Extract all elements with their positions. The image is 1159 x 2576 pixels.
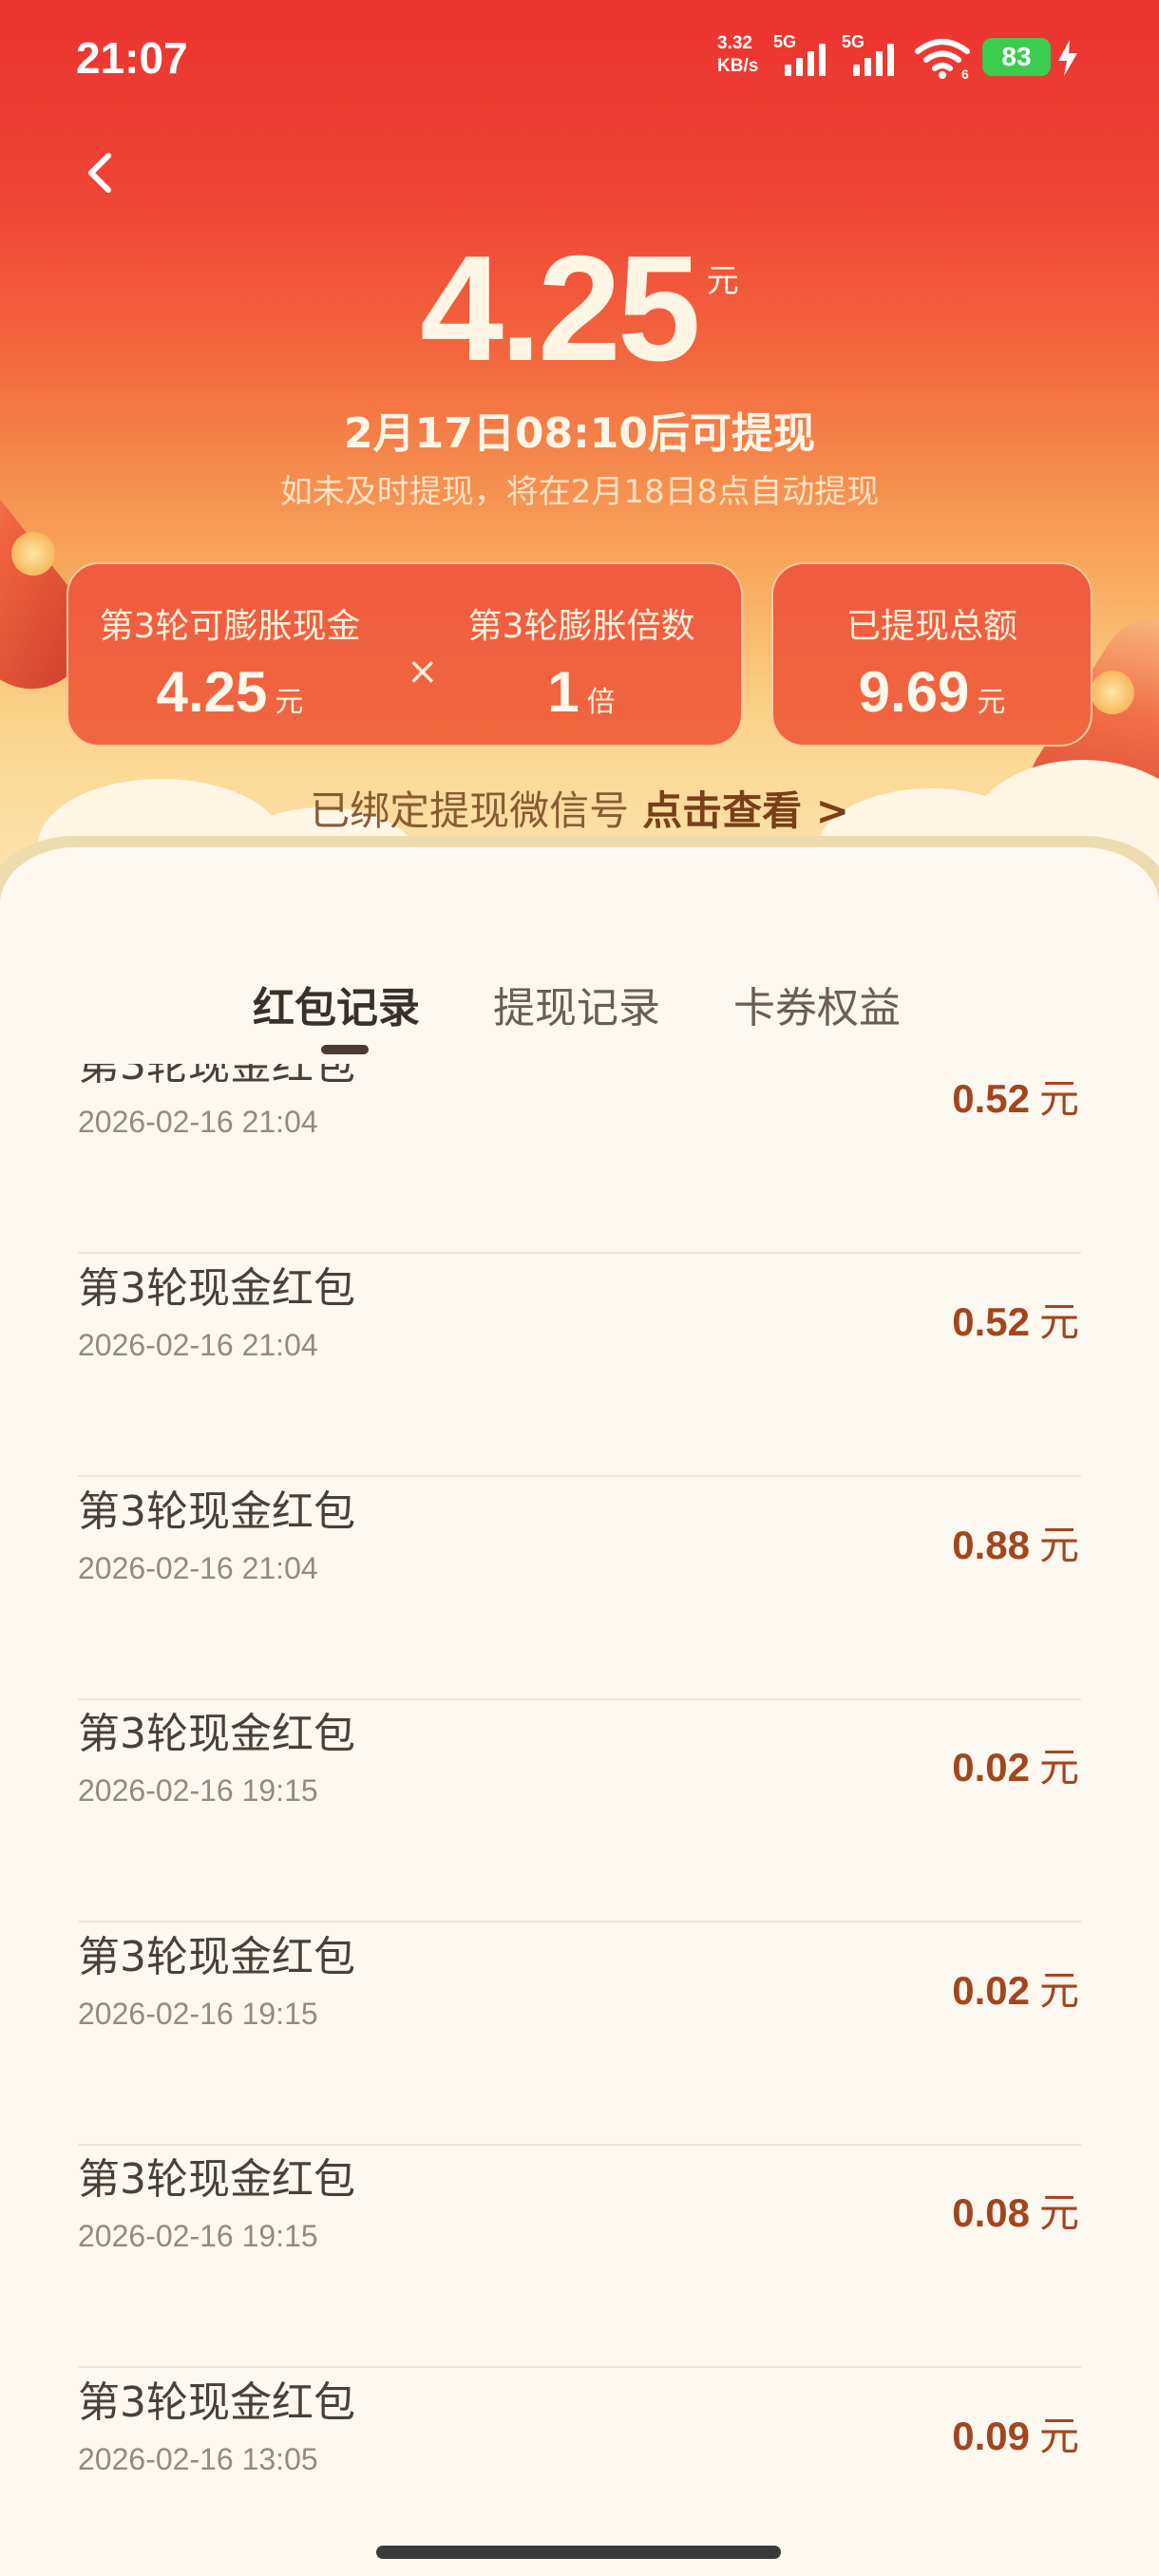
record-amount-unit: 元 <box>1038 1744 1079 1790</box>
list-item[interactable]: 第3轮现金红包 2026-02-16 21:04 0.52 元 <box>78 1064 1081 1254</box>
tab-coupon-benefits[interactable]: 卡券权益 <box>733 974 901 1034</box>
cell-signal-2: 5G <box>842 32 908 80</box>
cell-signal-1: 5G <box>773 32 840 80</box>
network-speed-unit: KB/s <box>717 56 759 76</box>
balance-value: 4.25 <box>420 225 701 392</box>
record-title: 第3轮现金红包 <box>78 1487 355 1536</box>
list-item[interactable]: 第3轮现金红包 2026-02-16 21:04 0.52 元 <box>78 1254 1081 1477</box>
withdrawn-total-card: 已提现总额 9.69 元 <box>771 562 1092 747</box>
record-amount-value: 0.02 <box>952 1745 1030 1790</box>
coin-decoration-left <box>11 532 55 576</box>
signal-bars-icon <box>853 44 894 76</box>
withdrawn-total-stat: 已提现总额 9.69 元 <box>773 598 1091 725</box>
back-icon[interactable] <box>76 142 129 203</box>
record-amount: 0.02 元 <box>952 1735 1079 1793</box>
record-title: 第3轮现金红包 <box>78 1064 355 1089</box>
balance-unit: 元 <box>706 262 739 300</box>
record-date: 2026-02-16 19:15 <box>78 1773 318 1808</box>
record-title: 第3轮现金红包 <box>78 2155 355 2204</box>
network-speed: 3.32 KB/s <box>717 32 774 78</box>
inflation-card: 第3轮可膨胀现金 4.25 元 × 第3轮膨胀倍数 1倍 <box>66 562 743 747</box>
record-amount-unit: 元 <box>1038 1075 1079 1122</box>
record-amount: 0.52 元 <box>952 1067 1079 1125</box>
record-amount-unit: 元 <box>1038 1967 1079 2014</box>
multiplier-value: 1 <box>547 660 580 724</box>
record-amount-value: 0.09 <box>952 2414 1030 2458</box>
balance-amount: 4.25 元 <box>0 225 1159 392</box>
signal-bars-icon <box>785 44 826 76</box>
record-amount-value: 0.88 <box>952 1523 1030 1567</box>
inflatable-cash-unit: 元 <box>275 686 304 719</box>
tab-bar: 红包记录 提现记录 卡券权益 <box>0 974 1159 1059</box>
record-date: 2026-02-16 13:05 <box>78 2442 318 2476</box>
red-packet-record-list[interactable]: 第3轮现金红包 2026-02-16 21:04 0.52 元 第3轮现金红包 2… <box>0 1064 1159 2576</box>
record-amount-value: 0.52 <box>952 1299 1030 1344</box>
home-indicator[interactable] <box>376 2546 781 2559</box>
network-speed-value: 3.32 <box>717 33 752 53</box>
wechat-bind-text: 已绑定提现微信号 <box>310 787 630 834</box>
record-title: 第3轮现金红包 <box>78 1264 355 1313</box>
record-date: 2026-02-16 19:15 <box>78 2219 318 2253</box>
record-title: 第3轮现金红包 <box>78 1933 355 1981</box>
multiplier-unit: 倍 <box>586 686 616 719</box>
battery-indicator: 83 <box>982 38 1051 76</box>
withdrawn-total-unit: 元 <box>977 686 1006 719</box>
inflatable-cash-stat: 第3轮可膨胀现金 4.25 元 <box>68 598 391 725</box>
coin-decoration-right <box>1091 671 1134 714</box>
active-tab-indicator <box>321 1045 369 1054</box>
record-amount-unit: 元 <box>1038 2413 1079 2459</box>
record-title: 第3轮现金红包 <box>78 1710 355 1758</box>
wifi-badge: 6 <box>961 66 969 80</box>
record-date: 2026-02-16 21:04 <box>78 1551 318 1585</box>
status-time: 21:07 <box>76 33 188 83</box>
record-title: 第3轮现金红包 <box>78 2378 355 2427</box>
record-amount-unit: 元 <box>1038 1522 1079 1568</box>
tab-red-packet-records[interactable]: 红包记录 <box>253 974 420 1034</box>
multiplier-label: 第3轮膨胀倍数 <box>467 607 695 646</box>
status-bar: 21:07 3.32 KB/s 5G 5G 6 83 <box>0 0 1159 114</box>
withdrawn-total-label: 已提现总额 <box>846 607 1017 646</box>
list-item[interactable]: 第3轮现金红包 2026-02-16 21:04 0.88 元 <box>78 1477 1081 1700</box>
record-amount-value: 0.08 <box>952 2190 1030 2235</box>
charging-icon <box>1058 40 1077 76</box>
record-amount-value: 0.02 <box>952 1968 1030 2013</box>
record-amount: 0.09 元 <box>952 2404 1079 2462</box>
inflatable-cash-label: 第3轮可膨胀现金 <box>99 607 361 646</box>
record-amount-unit: 元 <box>1038 1298 1079 1345</box>
tab-withdraw-records[interactable]: 提现记录 <box>493 974 660 1034</box>
record-amount-unit: 元 <box>1038 2189 1079 2236</box>
wifi-icon: 6 <box>915 39 970 80</box>
withdraw-available-time: 2月17日08:10后可提现 <box>344 409 815 458</box>
wechat-bind-row: 已绑定提现微信号 点击查看 > <box>0 779 1159 837</box>
record-date: 2026-02-16 19:15 <box>78 1997 318 2031</box>
record-date: 2026-02-16 21:04 <box>78 1105 318 1139</box>
multiplier-stat: 第3轮膨胀倍数 1倍 <box>420 598 743 725</box>
record-date: 2026-02-16 21:04 <box>78 1328 318 1362</box>
withdrawn-total-value: 9.69 <box>858 660 970 724</box>
inflatable-cash-value: 4.25 <box>156 660 268 724</box>
record-amount: 0.88 元 <box>952 1513 1079 1571</box>
record-amount: 0.02 元 <box>952 1959 1079 2017</box>
list-item[interactable]: 第3轮现金红包 2026-02-16 19:15 0.02 元 <box>78 1699 1081 1923</box>
list-item[interactable]: 第3轮现金红包 2026-02-16 19:15 0.08 元 <box>78 2145 1081 2368</box>
record-amount-value: 0.52 <box>952 1076 1030 1121</box>
record-amount: 0.52 元 <box>952 1290 1079 1348</box>
list-item[interactable]: 第3轮现金红包 2026-02-16 19:15 0.02 元 <box>78 1923 1081 2146</box>
auto-withdraw-note: 如未及时提现，将在2月18日8点自动提现 <box>279 473 880 511</box>
record-amount: 0.08 元 <box>952 2181 1079 2239</box>
view-wechat-link[interactable]: 点击查看 > <box>642 787 849 834</box>
